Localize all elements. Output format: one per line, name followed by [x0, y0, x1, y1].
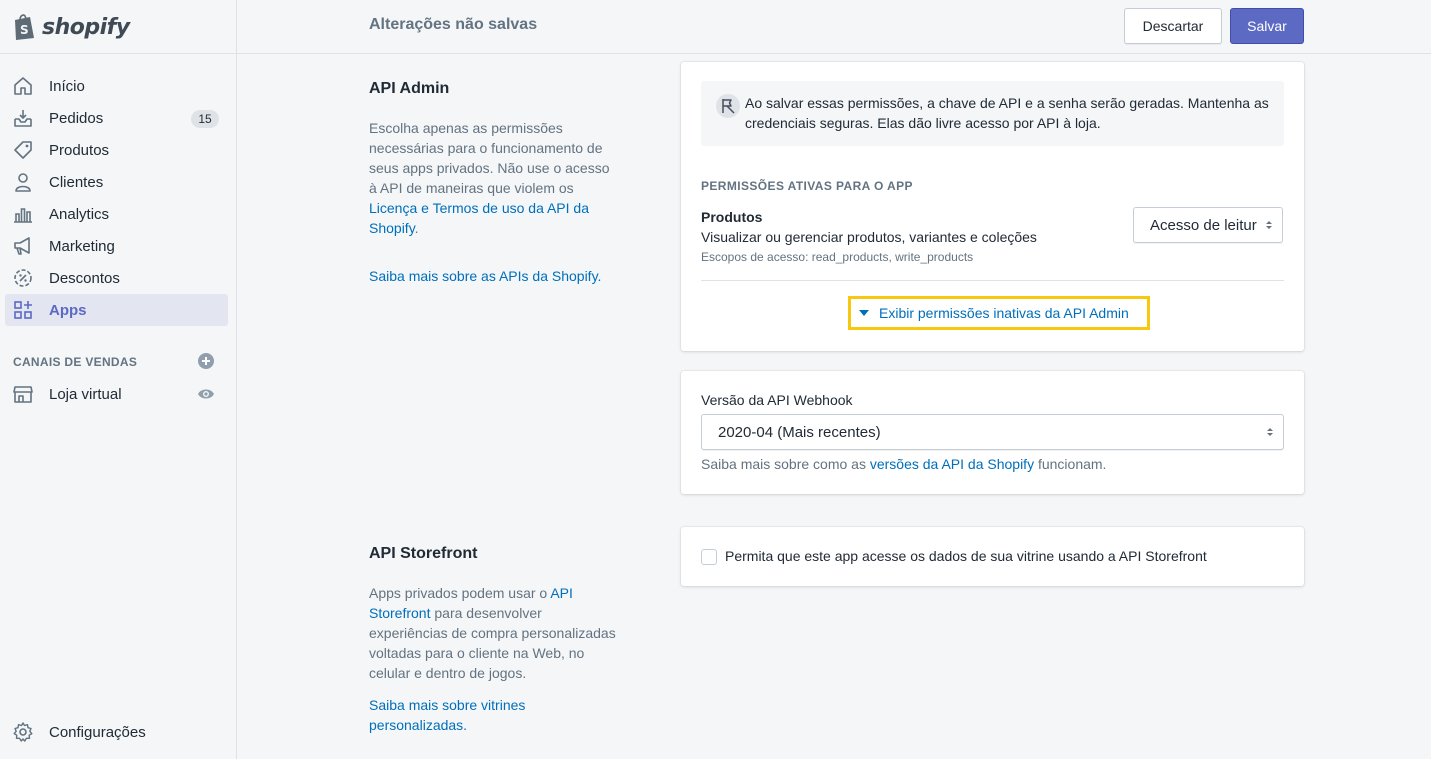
api-versions-link[interactable]: versões da API da Shopify: [870, 456, 1034, 472]
sidebar-item-descontos[interactable]: Descontos: [5, 262, 228, 294]
storefront-learn-more: Saiba mais sobre vitrines personalizadas…: [369, 695, 569, 735]
api-admin-desc-end: .: [414, 220, 419, 236]
storefront-access-checkbox[interactable]: [701, 549, 717, 565]
storefront-access-label[interactable]: Permita que este app acesse os dados de …: [725, 548, 1207, 564]
sidebar-item-produtos[interactable]: Produtos: [5, 134, 228, 166]
api-license-terms-link[interactable]: Licença e Termos de uso da API da Shopif…: [369, 200, 589, 236]
webhook-version-value: 2020-04 (Mais recentes): [718, 423, 881, 441]
sidebar-item-label: Analytics: [49, 205, 110, 223]
tag-icon: [11, 138, 35, 162]
permission-title: Produtos: [701, 209, 763, 225]
home-icon: [11, 74, 35, 98]
shopify-bag-icon: S: [15, 14, 34, 40]
permission-subtitle: Visualizar ou gerenciar produtos, varian…: [701, 229, 1037, 245]
card-divider: [701, 280, 1284, 281]
sidebar-item-inicio[interactable]: Início: [5, 70, 228, 102]
learn-more-apis-link[interactable]: Saiba mais sobre as APIs da Shopify.: [369, 268, 601, 284]
show-inactive-permissions-button[interactable]: Exibir permissões inativas da API Admin: [848, 296, 1150, 330]
sidebar-item-label: Configurações: [49, 723, 146, 741]
learn-more-storefronts-link[interactable]: Saiba mais sobre vitrines personalizadas…: [369, 697, 525, 733]
flag-icon: [715, 93, 740, 118]
discount-icon: [11, 266, 35, 290]
api-storefront-description: Apps privados podem usar o API Storefron…: [369, 583, 621, 683]
orders-icon: [11, 106, 35, 130]
webhook-help-text: Saiba mais sobre como as versões da API …: [701, 456, 1106, 472]
products-access-value: Acesso de leitur: [1150, 216, 1257, 234]
credentials-notice-text: Ao salvar essas permissões, a chave de A…: [745, 95, 1269, 131]
discard-button[interactable]: Descartar: [1124, 8, 1222, 44]
sidebar-item-configuracoes[interactable]: Configurações: [5, 716, 228, 748]
sidebar-item-analytics[interactable]: Analytics: [5, 198, 228, 230]
sidebar-item-label: Marketing: [49, 237, 115, 255]
sidebar-item-label: Início: [49, 77, 85, 95]
select-arrows-icon: [1267, 428, 1273, 436]
api-storefront-title: API Storefront: [369, 545, 478, 562]
active-permissions-heading: PERMISSÕES ATIVAS PARA O APP: [701, 179, 913, 193]
sidebar-item-label: Descontos: [49, 269, 120, 287]
sidebar-item-clientes[interactable]: Clientes: [5, 166, 228, 198]
sidebar: S shopify Início Pedidos 15 Produtos Cli…: [0, 0, 237, 759]
sidebar-item-label: Clientes: [49, 173, 104, 191]
permission-scopes: Escopos de acesso: read_products, write_…: [701, 250, 974, 264]
api-learn-more: Saiba mais sobre as APIs da Shopify.: [369, 266, 619, 286]
orders-count-badge: 15: [191, 110, 219, 128]
person-icon: [11, 170, 35, 194]
sidebar-item-label: Produtos: [49, 141, 110, 159]
gear-icon: [11, 720, 35, 744]
webhook-version-card: Versão da API Webhook 2020-04 (Mais rece…: [681, 371, 1304, 494]
logo-text: shopify: [42, 14, 130, 40]
webhook-version-select[interactable]: 2020-04 (Mais recentes): [701, 414, 1284, 450]
sales-channels-heading: CANAIS DE VENDAS: [13, 352, 215, 372]
webhook-help-suffix: funcionam.: [1034, 456, 1107, 472]
sidebar-item-pedidos[interactable]: Pedidos 15: [5, 102, 228, 134]
megaphone-icon: [11, 234, 35, 258]
unsaved-changes-title: Alterações não salvas: [369, 16, 538, 33]
sidebar-item-label: Loja virtual: [49, 385, 122, 403]
svg-text:S: S: [20, 23, 29, 37]
save-button[interactable]: Salvar: [1230, 8, 1304, 44]
sidebar-item-loja-virtual[interactable]: Loja virtual: [5, 378, 228, 410]
sidebar-item-label: Apps: [49, 301, 87, 319]
api-admin-desc-text: Escolha apenas as permissões necessárias…: [369, 120, 610, 196]
credentials-notice: Ao salvar essas permissões, a chave de A…: [701, 81, 1284, 146]
show-inactive-label: Exibir permissões inativas da API Admin: [879, 305, 1129, 321]
webhook-help-prefix: Saiba mais sobre como as: [701, 456, 870, 472]
store-icon: [11, 382, 35, 406]
view-store-eye-icon[interactable]: [197, 386, 215, 405]
products-access-select[interactable]: Acesso de leitur: [1133, 207, 1283, 243]
api-admin-title: API Admin: [369, 80, 450, 97]
sidebar-item-apps[interactable]: Apps: [5, 294, 228, 326]
main-nav: Início Pedidos 15 Produtos Clientes Anal…: [5, 70, 228, 326]
add-channel-icon[interactable]: [197, 352, 215, 373]
apps-icon: [11, 298, 35, 322]
storefront-card: Permita que este app acesse os dados de …: [681, 527, 1304, 586]
webhook-version-label: Versão da API Webhook: [701, 392, 853, 408]
admin-permissions-card: Ao salvar essas permissões, a chave de A…: [681, 62, 1304, 351]
select-arrows-icon: [1266, 221, 1272, 229]
topbar-divider: [0, 53, 1431, 54]
api-admin-description: Escolha apenas as permissões necessárias…: [369, 118, 619, 238]
shopify-logo[interactable]: S shopify: [12, 10, 130, 44]
caret-down-icon: [859, 310, 869, 316]
analytics-icon: [11, 202, 35, 226]
storefront-desc-prefix: Apps privados podem usar o: [369, 585, 551, 601]
sales-channels-title: CANAIS DE VENDAS: [13, 355, 138, 369]
sidebar-item-label: Pedidos: [49, 109, 104, 127]
sidebar-item-marketing[interactable]: Marketing: [5, 230, 228, 262]
